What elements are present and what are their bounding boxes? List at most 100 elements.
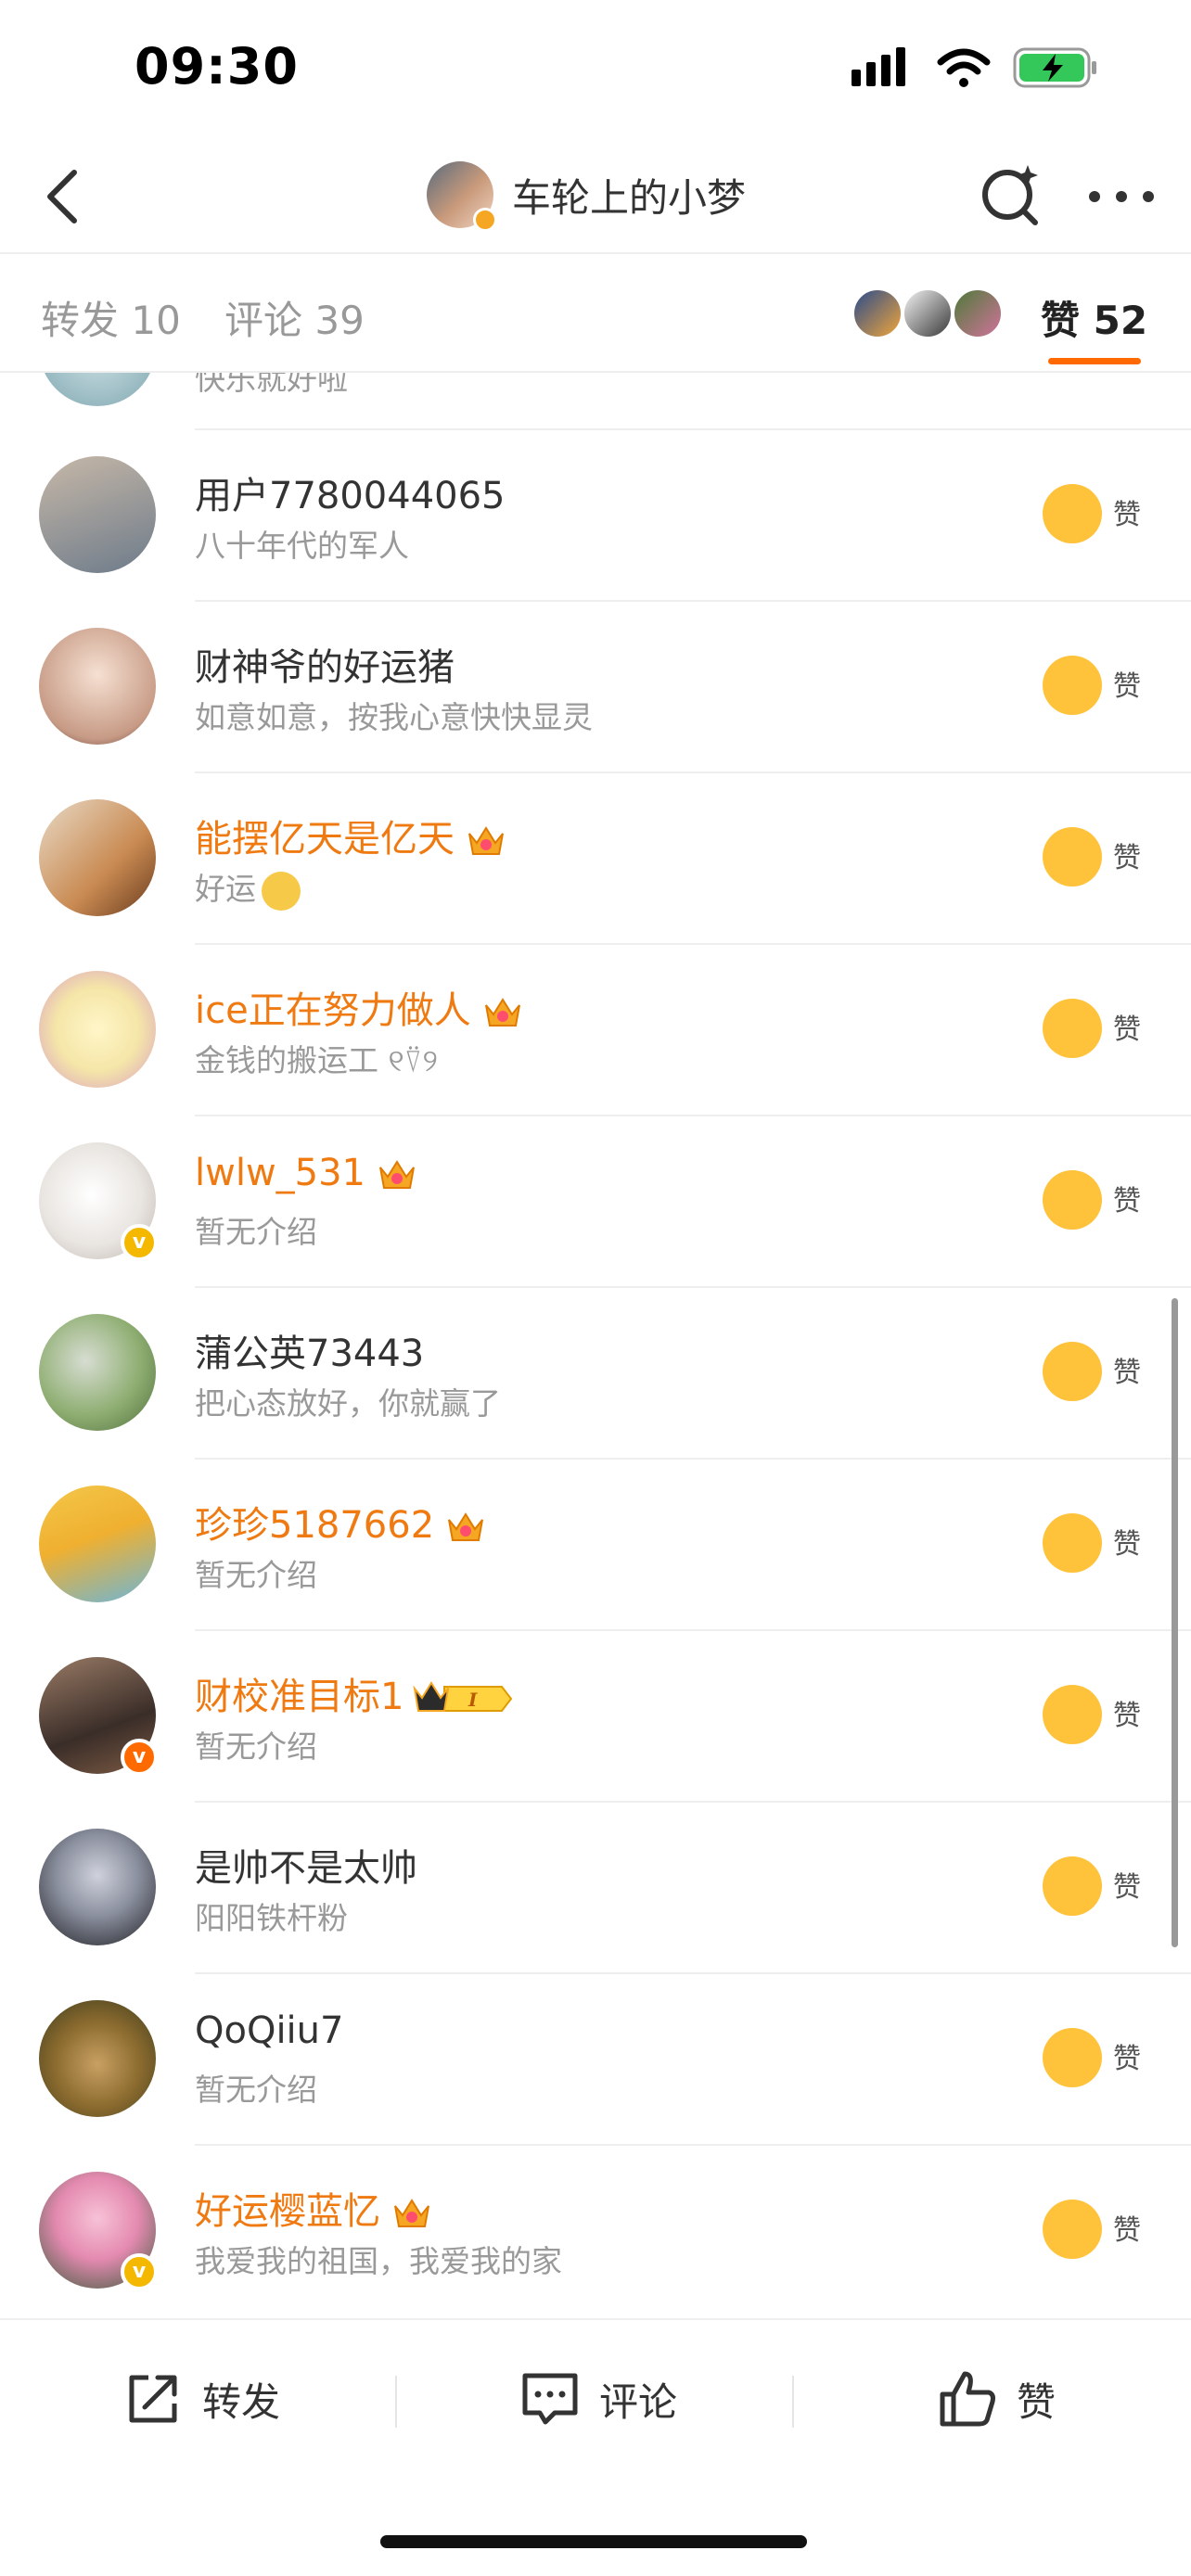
divider xyxy=(195,600,1191,602)
avatar[interactable] xyxy=(39,971,156,1088)
comment-icon xyxy=(522,2373,578,2425)
list-item[interactable]: 用户7780044065 八十年代的军人 赞 xyxy=(0,428,1191,600)
like-label[interactable]: 赞 xyxy=(1113,663,1141,704)
repost-button[interactable]: 转发 xyxy=(121,2357,280,2441)
user-name[interactable]: 珍珍5187662 xyxy=(195,1495,486,1549)
list-item[interactable]: v 财校准目标1 I 暂无介绍 赞 xyxy=(0,1629,1191,1801)
page-title[interactable]: 车轮上的小梦 xyxy=(512,167,746,223)
thumbs-up-icon[interactable] xyxy=(1043,1685,1102,1744)
signal-icon xyxy=(852,47,905,86)
user-name[interactable]: QoQiiu7 xyxy=(195,2009,343,2052)
avatar xyxy=(952,287,1004,339)
thumbs-up-icon[interactable] xyxy=(1043,1342,1102,1401)
back-arrow-icon[interactable] xyxy=(28,159,102,234)
list-item[interactable]: 快乐就好啦 xyxy=(0,373,1191,433)
thumbs-up-icon[interactable] xyxy=(1043,999,1102,1058)
list-item[interactable]: QoQiiu7 暂无介绍 赞 xyxy=(0,1972,1191,2144)
comment-button[interactable]: 评论 xyxy=(518,2357,677,2441)
avatar[interactable]: v xyxy=(39,1142,158,1261)
list-item[interactable]: ice正在努力做人 金钱的搬运工 ୧⍢୨ 赞 xyxy=(0,943,1191,1115)
like-label[interactable]: 赞 xyxy=(1113,835,1141,875)
avatar[interactable]: v xyxy=(39,1657,158,1776)
avatar[interactable] xyxy=(39,2000,156,2117)
divider xyxy=(195,1629,1191,1631)
list-item[interactable]: 是帅不是太帅 阳阳铁杆粉 赞 xyxy=(0,1801,1191,1972)
home-indicator[interactable] xyxy=(380,2535,807,2548)
nav-bar: 车轮上的小梦 xyxy=(0,139,1191,252)
list-item[interactable]: v 好运樱蓝忆 我爱我的祖国，我爱我的家 赞 xyxy=(0,2144,1191,2315)
avatar[interactable] xyxy=(39,1486,156,1602)
avatar[interactable] xyxy=(39,628,156,745)
nav-profile[interactable]: 车轮上的小梦 xyxy=(427,156,746,234)
like-label[interactable]: 赞 xyxy=(1113,491,1141,532)
crown-badge-icon xyxy=(448,1512,484,1541)
avatar[interactable] xyxy=(39,799,156,916)
comment-label: 评论 xyxy=(599,2378,678,2425)
user-bio: 暂无介绍 xyxy=(195,1557,317,1593)
avatar[interactable] xyxy=(39,1829,156,1945)
liker-list: 快乐就好啦 用户7780044065 八十年代的军人 赞 财神爷的好运猪 如意如… xyxy=(0,373,1191,2318)
user-name[interactable]: 是帅不是太帅 xyxy=(195,1838,417,1892)
divider xyxy=(195,1115,1191,1116)
divider xyxy=(195,428,1191,430)
user-name[interactable]: 财校准目标1 I xyxy=(195,1666,515,1720)
user-name[interactable]: ice正在努力做人 xyxy=(195,980,523,1034)
list-item[interactable]: 蒲公英73443 把心态放好，你就赢了 赞 xyxy=(0,1286,1191,1458)
list-item[interactable]: 珍珍5187662 暂无介绍 赞 xyxy=(0,1458,1191,1629)
divider xyxy=(195,772,1191,773)
thumbs-up-icon[interactable] xyxy=(1043,656,1102,715)
list-item[interactable]: 财神爷的好运猪 如意如意，按我心意快快显灵 赞 xyxy=(0,600,1191,772)
user-name[interactable]: 好运樱蓝忆 xyxy=(195,2181,432,2235)
user-name[interactable]: 用户7780044065 xyxy=(195,465,506,519)
user-bio: 暂无介绍 xyxy=(195,1214,317,1250)
thumbs-up-icon[interactable] xyxy=(1043,1856,1102,1916)
thumbs-up-icon[interactable] xyxy=(1043,2028,1102,2087)
like-button[interactable]: 赞 xyxy=(935,2357,1056,2441)
wifi-icon xyxy=(937,48,991,87)
user-bio: 好运 xyxy=(195,864,301,911)
avatar[interactable] xyxy=(427,161,497,232)
liker-avatars-preview xyxy=(852,287,1004,339)
crown-badge-icon xyxy=(379,1160,415,1189)
like-label[interactable]: 赞 xyxy=(1113,1692,1141,1733)
thumbs-up-icon[interactable] xyxy=(1043,2200,1102,2259)
divider xyxy=(195,943,1191,945)
scrollbar[interactable] xyxy=(1172,1298,1178,1947)
user-bio: 阳阳铁杆粉 xyxy=(195,1900,348,1936)
user-name[interactable]: 财神爷的好运猪 xyxy=(195,637,455,691)
status-icons xyxy=(850,46,1098,89)
like-label[interactable]: 赞 xyxy=(1113,1349,1141,1390)
user-name[interactable]: lwlw_531 xyxy=(195,1152,417,1194)
thumbs-up-icon[interactable] xyxy=(1043,1170,1102,1230)
list-item[interactable]: v lwlw_531 暂无介绍 赞 xyxy=(0,1115,1191,1286)
tab-repost[interactable]: 转发 10 xyxy=(41,289,181,346)
like-label[interactable]: 赞 xyxy=(1113,1178,1141,1218)
like-label[interactable]: 赞 xyxy=(1113,1006,1141,1047)
list-item[interactable]: 能摆亿天是亿天 好运 赞 xyxy=(0,772,1191,943)
user-name[interactable]: 蒲公英73443 xyxy=(195,1323,424,1377)
divider xyxy=(792,2376,794,2428)
divider xyxy=(195,1286,1191,1288)
like-label[interactable]: 赞 xyxy=(1113,2207,1141,2248)
avatar[interactable] xyxy=(39,456,156,573)
divider xyxy=(195,1458,1191,1460)
more-icon[interactable] xyxy=(1080,159,1163,234)
like-label[interactable]: 赞 xyxy=(1113,2035,1141,2076)
search-icon[interactable] xyxy=(974,159,1048,234)
crown-badge-icon xyxy=(484,998,520,1027)
avatar[interactable] xyxy=(39,373,156,406)
like-label[interactable]: 赞 xyxy=(1113,1521,1141,1562)
thumbs-up-icon[interactable] xyxy=(1043,484,1102,543)
user-name[interactable]: 能摆亿天是亿天 xyxy=(195,809,506,862)
tab-comment[interactable]: 评论 39 xyxy=(224,289,365,346)
like-label: 赞 xyxy=(1017,2378,1057,2425)
thumbs-up-outline-icon xyxy=(940,2371,995,2427)
avatar[interactable] xyxy=(39,1314,156,1431)
thumbs-up-icon[interactable] xyxy=(1043,827,1102,886)
bottom-action-bar: 转发 评论 赞 xyxy=(0,2318,1191,2576)
tab-like[interactable]: 赞 52 xyxy=(1041,289,1147,346)
avatar[interactable]: v xyxy=(39,2172,158,2290)
like-label[interactable]: 赞 xyxy=(1113,1864,1141,1905)
thumbs-up-icon[interactable] xyxy=(1043,1513,1102,1573)
avatar xyxy=(902,287,954,339)
